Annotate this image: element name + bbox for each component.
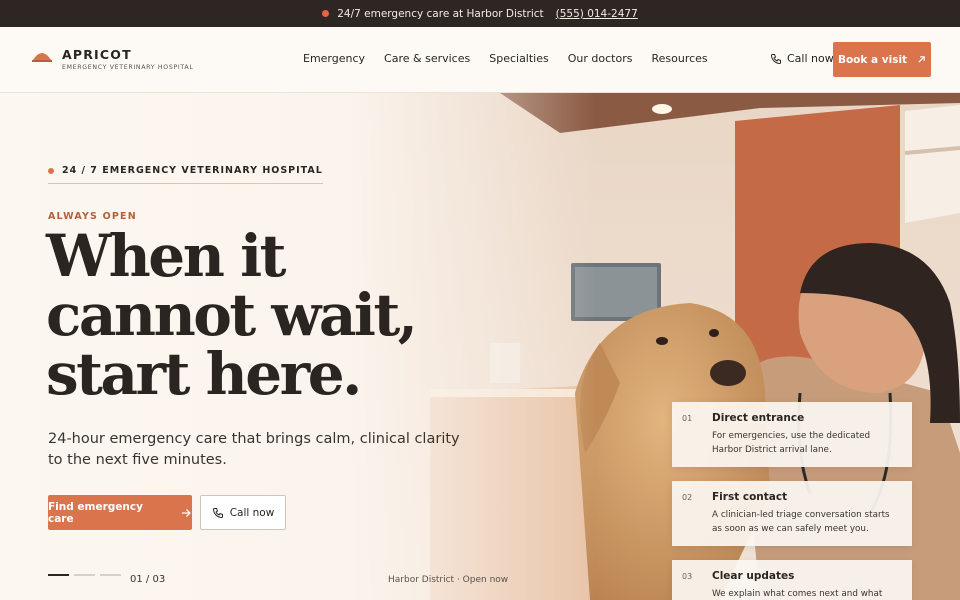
hero-section: 24 / 7 EMERGENCY VETERINARY HOSPITAL ALW… bbox=[0, 93, 960, 600]
logo[interactable]: APRICOT EMERGENCY VETERINARY HOSPITAL bbox=[32, 47, 194, 71]
step-body: We explain what comes next and what need… bbox=[712, 589, 883, 599]
find-emergency-care-label: Find emergency care bbox=[48, 500, 143, 525]
status-dot-icon bbox=[322, 10, 330, 17]
sun-logo-icon bbox=[32, 53, 52, 62]
arrow-up-right-icon bbox=[918, 56, 925, 63]
announcement-text: 24/7 emergency care at Harbor District bbox=[337, 7, 544, 20]
hero-badge-text: 24 / 7 EMERGENCY VETERINARY HOSPITAL bbox=[62, 165, 323, 176]
hero-call-now-label: Call now bbox=[229, 506, 275, 519]
headline-line-3: start here. bbox=[46, 340, 362, 408]
step-card-clear-updates: 03 Clear updates We explain what comes n… bbox=[672, 560, 912, 600]
hero-headline: When it cannot wait, start here. bbox=[46, 222, 418, 408]
step-body: For emergencies, use the dedicated Harbo… bbox=[712, 431, 871, 455]
arrow-right-icon bbox=[182, 508, 192, 517]
nav-item-emergency[interactable]: Emergency bbox=[303, 52, 365, 65]
site-header: APRICOT EMERGENCY VETERINARY HOSPITAL Em… bbox=[0, 27, 960, 93]
nav-item-resources[interactable]: Resources bbox=[651, 52, 707, 65]
header-call-label: Call now bbox=[787, 52, 834, 65]
phone-icon bbox=[770, 53, 781, 64]
book-visit-button[interactable]: Book a visit bbox=[833, 42, 931, 77]
step-title: Direct entrance bbox=[712, 412, 805, 424]
hero-eyebrow: ALWAYS OPEN bbox=[48, 211, 137, 222]
step-card-first-contact: 02 First contact A clinician-led triage … bbox=[672, 481, 912, 546]
step-number: 01 bbox=[682, 414, 693, 423]
header-call-button[interactable]: Call now bbox=[770, 52, 834, 65]
location-status: Harbor District · Open now bbox=[388, 575, 509, 585]
nav-item-specialties[interactable]: Specialties bbox=[489, 52, 549, 65]
hero-badge: 24 / 7 EMERGENCY VETERINARY HOSPITAL bbox=[48, 165, 323, 184]
nav-item-care-services[interactable]: Care & services bbox=[384, 52, 470, 65]
step-title: First contact bbox=[712, 491, 788, 503]
main-nav: Emergency Care & services Specialties Ou… bbox=[303, 52, 708, 65]
step-card-direct-entrance: 01 Direct entrance For emergencies, use … bbox=[672, 402, 912, 467]
headline-line-1: When it bbox=[46, 222, 286, 290]
slide-counter: 01 / 03 bbox=[130, 574, 166, 585]
step-title: Clear updates bbox=[712, 570, 795, 582]
announcement-bar: 24/7 emergency care at Harbor District (… bbox=[0, 0, 960, 27]
step-number: 02 bbox=[682, 493, 693, 502]
slide-indicator-3[interactable] bbox=[100, 574, 121, 576]
badge-dot-icon bbox=[48, 167, 54, 174]
book-visit-label: Book a visit bbox=[837, 53, 908, 66]
find-emergency-care-button[interactable]: Find emergency care bbox=[48, 495, 192, 530]
phone-icon bbox=[212, 507, 223, 518]
slide-indicator-2[interactable] bbox=[74, 574, 95, 576]
announcement-phone-link[interactable]: (555) 014-2477 bbox=[556, 8, 638, 20]
brand-tagline: EMERGENCY VETERINARY HOSPITAL bbox=[62, 64, 194, 71]
nav-item-our-doctors[interactable]: Our doctors bbox=[568, 52, 633, 65]
headline-line-2: cannot wait, bbox=[46, 281, 418, 349]
slide-indicator-1[interactable] bbox=[48, 574, 69, 576]
hero-subtitle: 24-hour emergency care that brings calm,… bbox=[48, 431, 460, 468]
slide-indicators bbox=[48, 574, 121, 576]
step-body: A clinician-led triage conversation star… bbox=[712, 510, 890, 534]
brand-name: APRICOT bbox=[62, 47, 132, 62]
step-number: 03 bbox=[682, 572, 693, 581]
hero-call-now-button[interactable]: Call now bbox=[200, 495, 286, 530]
